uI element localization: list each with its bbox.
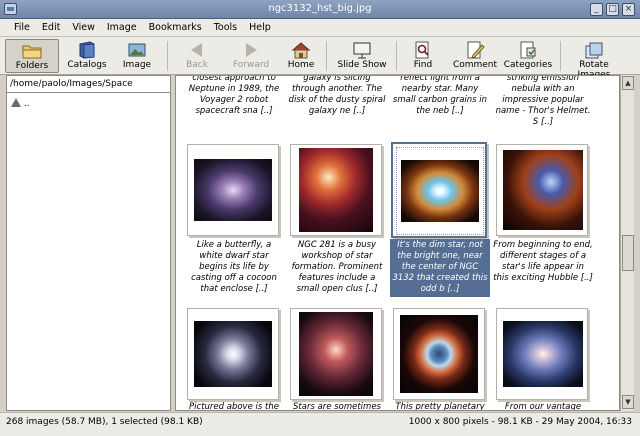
thumbnail-helix-nebula[interactable] — [393, 308, 485, 400]
maximize-button[interactable]: □ — [606, 3, 619, 16]
thumbnail-caption: Like a butterfly, a white dwarf star beg… — [191, 240, 277, 294]
toolbar-separator — [326, 41, 327, 71]
thumbnail-caption: From beginning to end, different stages … — [493, 240, 593, 283]
back-button[interactable]: Back — [176, 39, 218, 73]
thumbnail-stars-nebula[interactable] — [290, 308, 382, 400]
menu-bookmarks[interactable]: Bookmarks — [143, 19, 208, 36]
menu-help[interactable]: Help — [243, 19, 277, 36]
menu-tools[interactable]: Tools — [208, 19, 243, 36]
thumbnail-caption: This pretty planetary — [395, 402, 485, 411]
thumbnail-ngc3132-selected[interactable] — [391, 142, 487, 238]
menu-view[interactable]: View — [66, 19, 101, 36]
rotate-images-button[interactable]: Rotate Images — [563, 39, 625, 80]
slideshow-icon — [353, 42, 371, 59]
comment-button[interactable]: Comment — [452, 39, 498, 73]
book-icon — [79, 41, 95, 59]
rotate-icon — [585, 42, 603, 59]
warning-icon — [11, 98, 21, 107]
menu-bar: File Edit View Image Bookmarks Tools Hel… — [0, 19, 640, 37]
home-button[interactable]: Home — [283, 39, 319, 73]
status-bar: 268 images (58.7 MB), 1 selected (98.1 K… — [0, 412, 640, 436]
slideshow-button[interactable]: Slide Show — [336, 39, 388, 73]
menu-edit[interactable]: Edit — [36, 19, 66, 36]
minimize-button[interactable]: _ — [590, 3, 603, 16]
thumbnail-image — [194, 321, 272, 387]
toolbar: Folders Catalogs Image Back Forward Home… — [0, 37, 640, 80]
home-icon — [291, 42, 311, 59]
thumbnail-image — [299, 312, 373, 396]
categories-icon — [520, 41, 536, 59]
thumbnail-caption: From our vantage — [504, 402, 582, 411]
find-button[interactable]: Find — [405, 39, 441, 73]
thumbnail-caption: Stars are sometimes — [293, 402, 381, 411]
window-title: ngc3132_hst_big.jpg — [268, 3, 372, 14]
thumbnail-caption-selected: It's the dim star, not the bright one, n… — [390, 239, 490, 297]
tree-item-label: .. — [23, 99, 30, 109]
scroll-down-icon[interactable]: ▼ — [622, 395, 634, 409]
thumbnail-image — [194, 159, 272, 221]
thumbnail-caption: reflect light from a nearby star. Many s… — [392, 75, 488, 116]
find-icon — [415, 41, 429, 59]
thumbnail-image — [503, 150, 583, 230]
comment-icon — [467, 41, 485, 59]
scrollbar-thumb[interactable] — [622, 235, 634, 271]
scroll-up-icon[interactable]: ▲ — [622, 76, 634, 90]
thumbnail-caption: NGC 281 is a busy workshop of star forma… — [291, 240, 383, 294]
thumbnail-caption: closest approach to Neptune in 1989, the… — [188, 75, 280, 116]
folder-icon — [22, 45, 42, 59]
forward-button[interactable]: Forward — [226, 39, 276, 73]
thumbnail-image — [400, 315, 478, 393]
folders-button[interactable]: Folders — [5, 39, 59, 73]
thumbnail-caption: Pictured above is the — [189, 402, 279, 411]
thumbnail-ngc281[interactable] — [290, 144, 382, 236]
thumbnail-image — [503, 321, 583, 387]
status-selection-info: 268 images (58.7 MB), 1 selected (98.1 K… — [6, 417, 203, 427]
arrow-left-icon — [191, 43, 202, 57]
image-button[interactable]: Image — [116, 39, 158, 73]
thumbnail-butterfly-nebula[interactable] — [187, 144, 279, 236]
catalogs-button[interactable]: Catalogs — [62, 39, 112, 73]
thumbnail-star-life[interactable] — [496, 144, 588, 236]
toolbar-separator — [560, 41, 561, 71]
menu-image[interactable]: Image — [101, 19, 143, 36]
thumbnail-globular-cluster[interactable] — [187, 308, 279, 400]
location-path[interactable]: /home/paolo/Images/Space — [7, 76, 170, 93]
categories-button[interactable]: Categories — [503, 39, 553, 73]
close-button[interactable]: × — [622, 3, 635, 16]
tree-item-parent[interactable]: .. — [11, 98, 30, 109]
menu-file[interactable]: File — [8, 19, 36, 36]
thumbnail-caption: galaxy is slicing through another. The d… — [288, 75, 386, 116]
thumbnail-spiral-galaxy[interactable] — [496, 308, 588, 400]
arrow-right-icon — [246, 43, 257, 57]
vertical-scrollbar[interactable]: ▲ ▼ — [620, 75, 634, 411]
thumbnail-caption: striking emission nebula with an impress… — [495, 75, 591, 127]
image-icon — [128, 43, 146, 57]
folder-tree-panel: /home/paolo/Images/Space .. — [6, 75, 171, 411]
thumbnail-image — [401, 160, 479, 222]
toolbar-separator — [396, 41, 397, 71]
thumbnail-image — [299, 148, 373, 232]
status-image-info: 1000 x 800 pixels - 98.1 KB - 29 May 200… — [408, 417, 632, 427]
title-bar: ngc3132_hst_big.jpg _ □ × — [0, 0, 640, 19]
thumbnail-grid: closest approach to Neptune in 1989, the… — [175, 75, 620, 411]
toolbar-separator — [167, 41, 168, 71]
